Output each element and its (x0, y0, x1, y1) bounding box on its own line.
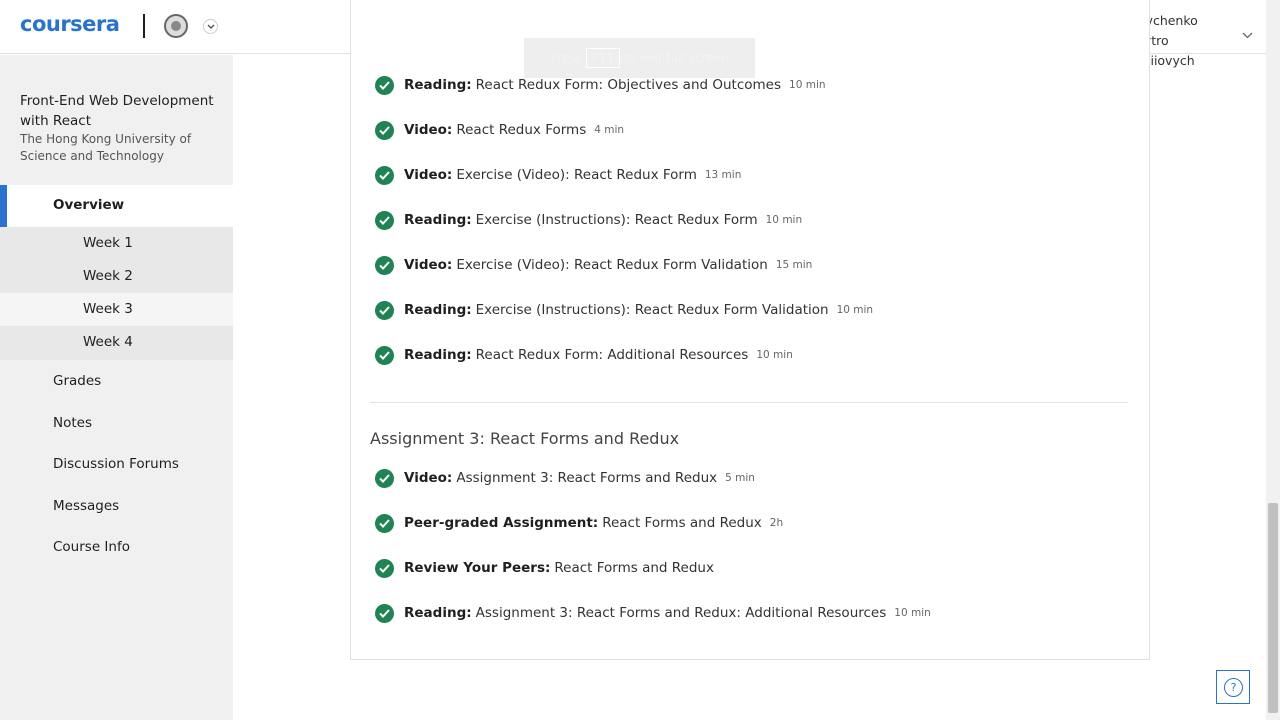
item-type: Reading: (404, 347, 472, 363)
page-scrollbar[interactable] (1266, 0, 1280, 720)
list-item[interactable]: Video: Exercise (Video): React Redux For… (375, 165, 741, 185)
course-organization: The Hong Kong University of Science and … (20, 132, 192, 163)
section-divider (370, 402, 1128, 403)
help-button[interactable]: ? (1216, 670, 1250, 704)
item-duration: 10 min (789, 79, 826, 91)
item-type: Reading: (404, 302, 472, 318)
item-title: Exercise (Video): React Redux Form (456, 167, 697, 183)
item-duration: 4 min (594, 124, 625, 136)
item-duration: 5 min (725, 472, 755, 484)
item-type: Peer-graded Assignment: (404, 515, 599, 531)
item-duration: 13 min (704, 169, 742, 181)
list-item[interactable]: Video: Exercise (Video): React Redux For… (375, 255, 812, 275)
item-title: Exercise (Instructions): React Redux For… (475, 212, 758, 228)
list-item[interactable]: Video: React Redux Forms 4 min (375, 120, 624, 140)
sidebar-item-label: Overview (53, 197, 125, 213)
item-type: Reading: (404, 212, 472, 228)
sidebar-item-discussion-forums[interactable]: Discussion Forums (53, 456, 179, 472)
item-duration: 10 min (894, 607, 931, 619)
list-item[interactable]: Video: Assignment 3: React Forms and Red… (375, 468, 755, 488)
item-type: Video: (404, 122, 453, 138)
item-title: Exercise (Instructions): React Redux For… (475, 302, 829, 318)
toast-press: Press (550, 51, 583, 65)
item-type: Video: (404, 470, 453, 486)
item-title: Assignment 3: React Forms and Redux (456, 470, 718, 486)
item-type: Review Your Peers: (404, 560, 551, 576)
sidebar-item-notes[interactable]: Notes (53, 415, 92, 431)
item-duration: 2h (769, 517, 784, 529)
sidebar-item-messages[interactable]: Messages (53, 498, 119, 514)
chevron-down-icon[interactable] (203, 19, 218, 34)
sidebar-item-grades[interactable]: Grades (53, 373, 101, 389)
check-circle-icon (375, 255, 394, 275)
item-title: Exercise (Video): React Redux Form Valid… (456, 257, 768, 273)
sidebar-item-label: Week 3 (83, 301, 133, 317)
check-circle-icon (375, 558, 394, 578)
list-item[interactable]: Reading: Exercise (Instructions): React … (375, 300, 873, 320)
item-duration: 15 min (775, 259, 813, 271)
check-circle-icon (375, 468, 394, 488)
week-list: Week 1 Week 2 Week 3 Week 4 (0, 227, 233, 360)
sidebar-item-overview[interactable]: Overview (0, 185, 233, 227)
check-circle-icon (375, 603, 394, 623)
coursera-logo[interactable]: coursera (20, 12, 120, 36)
check-circle-icon (375, 210, 394, 230)
item-type: Video: (404, 167, 453, 183)
logo-divider (143, 14, 145, 38)
item-type: Video: (404, 257, 453, 273)
sidebar-item-label: Week 1 (83, 235, 133, 251)
course-title[interactable]: Front-End Web Development with React (20, 91, 220, 131)
item-type: Reading: (404, 77, 472, 93)
sidebar-item-week-4[interactable]: Week 4 (0, 326, 233, 359)
university-logo-icon[interactable] (164, 14, 188, 38)
check-circle-icon (375, 120, 394, 140)
list-item[interactable]: Reading: React Redux Form: Objectives an… (375, 75, 826, 95)
sidebar-item-week-1[interactable]: Week 1 (0, 227, 233, 260)
sidebar-item-label: Week 4 (83, 334, 133, 350)
sidebar-item-label: Week 2 (83, 268, 133, 284)
list-item[interactable]: Review Your Peers: React Forms and Redux (375, 558, 714, 578)
list-item[interactable]: Peer-graded Assignment: React Forms and … (375, 513, 783, 533)
section-title: Assignment 3: React Forms and Redux (370, 429, 680, 448)
toast-key: F11 (586, 48, 621, 68)
check-circle-icon (375, 165, 394, 185)
item-title: React Redux Forms (456, 122, 587, 138)
item-title: React Forms and Redux (554, 560, 714, 576)
fullscreen-toast: Press F11 to exit full screen (524, 38, 755, 78)
item-title: React Redux Form: Additional Resources (475, 347, 749, 363)
list-item[interactable]: Reading: Exercise (Instructions): React … (375, 210, 802, 230)
check-circle-icon (375, 345, 394, 365)
chevron-down-icon[interactable] (1242, 24, 1253, 43)
toast-text: to exit full screen (624, 51, 729, 65)
scrollbar-thumb[interactable] (1268, 503, 1278, 713)
course-sidebar: Front-End Web Development with React The… (0, 55, 233, 720)
sidebar-item-week-3[interactable]: Week 3 (0, 293, 233, 326)
sidebar-item-week-2[interactable]: Week 2 (0, 260, 233, 293)
list-item[interactable]: Reading: React Redux Form: Additional Re… (375, 345, 793, 365)
check-circle-icon (375, 75, 394, 95)
check-circle-icon (375, 513, 394, 533)
item-title: React Redux Form: Objectives and Outcome… (475, 77, 782, 93)
list-item[interactable]: Reading: Assignment 3: React Forms and R… (375, 603, 931, 623)
item-type: Reading: (404, 605, 472, 621)
item-title: Assignment 3: React Forms and Redux: Add… (475, 605, 887, 621)
item-title: React Forms and Redux (602, 515, 762, 531)
item-duration: 10 min (765, 214, 803, 226)
active-indicator (0, 185, 7, 227)
help-icon: ? (1224, 678, 1243, 697)
item-duration: 10 min (836, 304, 874, 316)
sidebar-item-course-info[interactable]: Course Info (53, 539, 130, 555)
check-circle-icon (375, 300, 394, 320)
item-duration: 10 min (756, 349, 793, 361)
